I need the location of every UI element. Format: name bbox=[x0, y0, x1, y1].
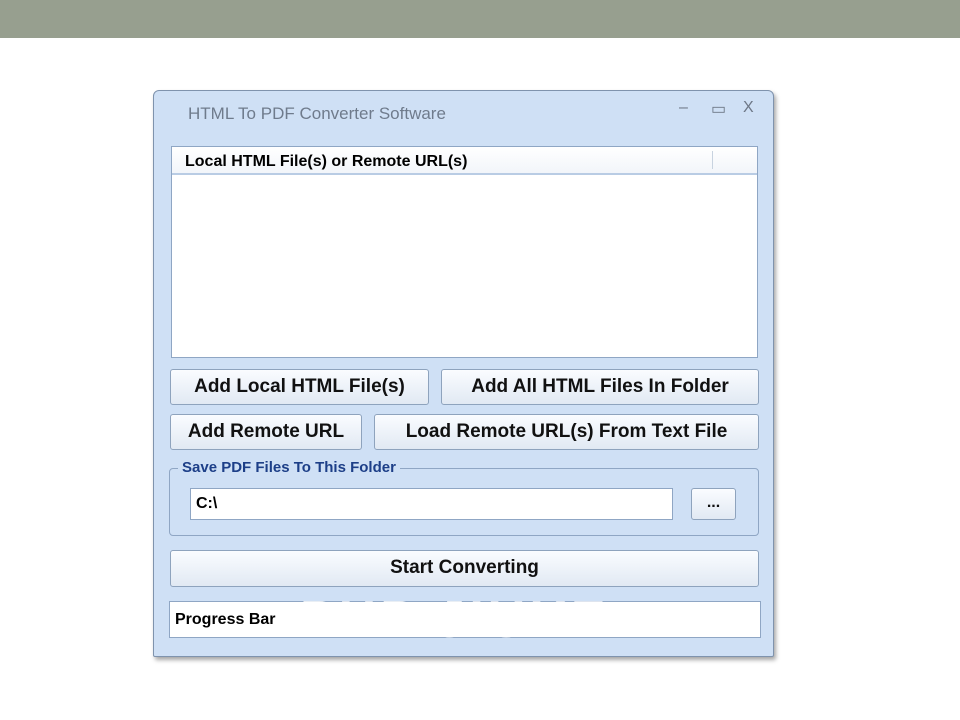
add-local-files-button[interactable]: Add Local HTML File(s) bbox=[170, 369, 429, 405]
add-folder-button[interactable]: Add All HTML Files In Folder bbox=[441, 369, 759, 405]
add-remote-url-button[interactable]: Add Remote URL bbox=[170, 414, 362, 450]
load-remote-urls-button[interactable]: Load Remote URL(s) From Text File bbox=[374, 414, 759, 450]
close-button[interactable]: X bbox=[743, 99, 754, 117]
top-banner bbox=[0, 0, 960, 38]
list-column-header[interactable]: Local HTML File(s) or Remote URL(s) bbox=[172, 147, 757, 175]
minimize-button[interactable]: – bbox=[679, 99, 688, 117]
output-folder-group: Save PDF Files To This Folder C:\ ... bbox=[169, 459, 759, 536]
file-list[interactable]: Local HTML File(s) or Remote URL(s) bbox=[171, 146, 758, 358]
progress-label: Progress Bar bbox=[175, 611, 276, 628]
output-folder-label: Save PDF Files To This Folder bbox=[178, 459, 400, 476]
watermark: PHP JIUKE bbox=[300, 591, 610, 649]
output-folder-input[interactable]: C:\ bbox=[190, 488, 673, 520]
start-converting-button[interactable]: Start Converting bbox=[170, 550, 759, 587]
browse-button[interactable]: ... bbox=[691, 488, 736, 520]
app-window: HTML To PDF Converter Software – ▭ X Loc… bbox=[153, 90, 774, 657]
window-title: HTML To PDF Converter Software bbox=[188, 104, 446, 123]
maximize-button[interactable]: ▭ bbox=[711, 99, 726, 119]
